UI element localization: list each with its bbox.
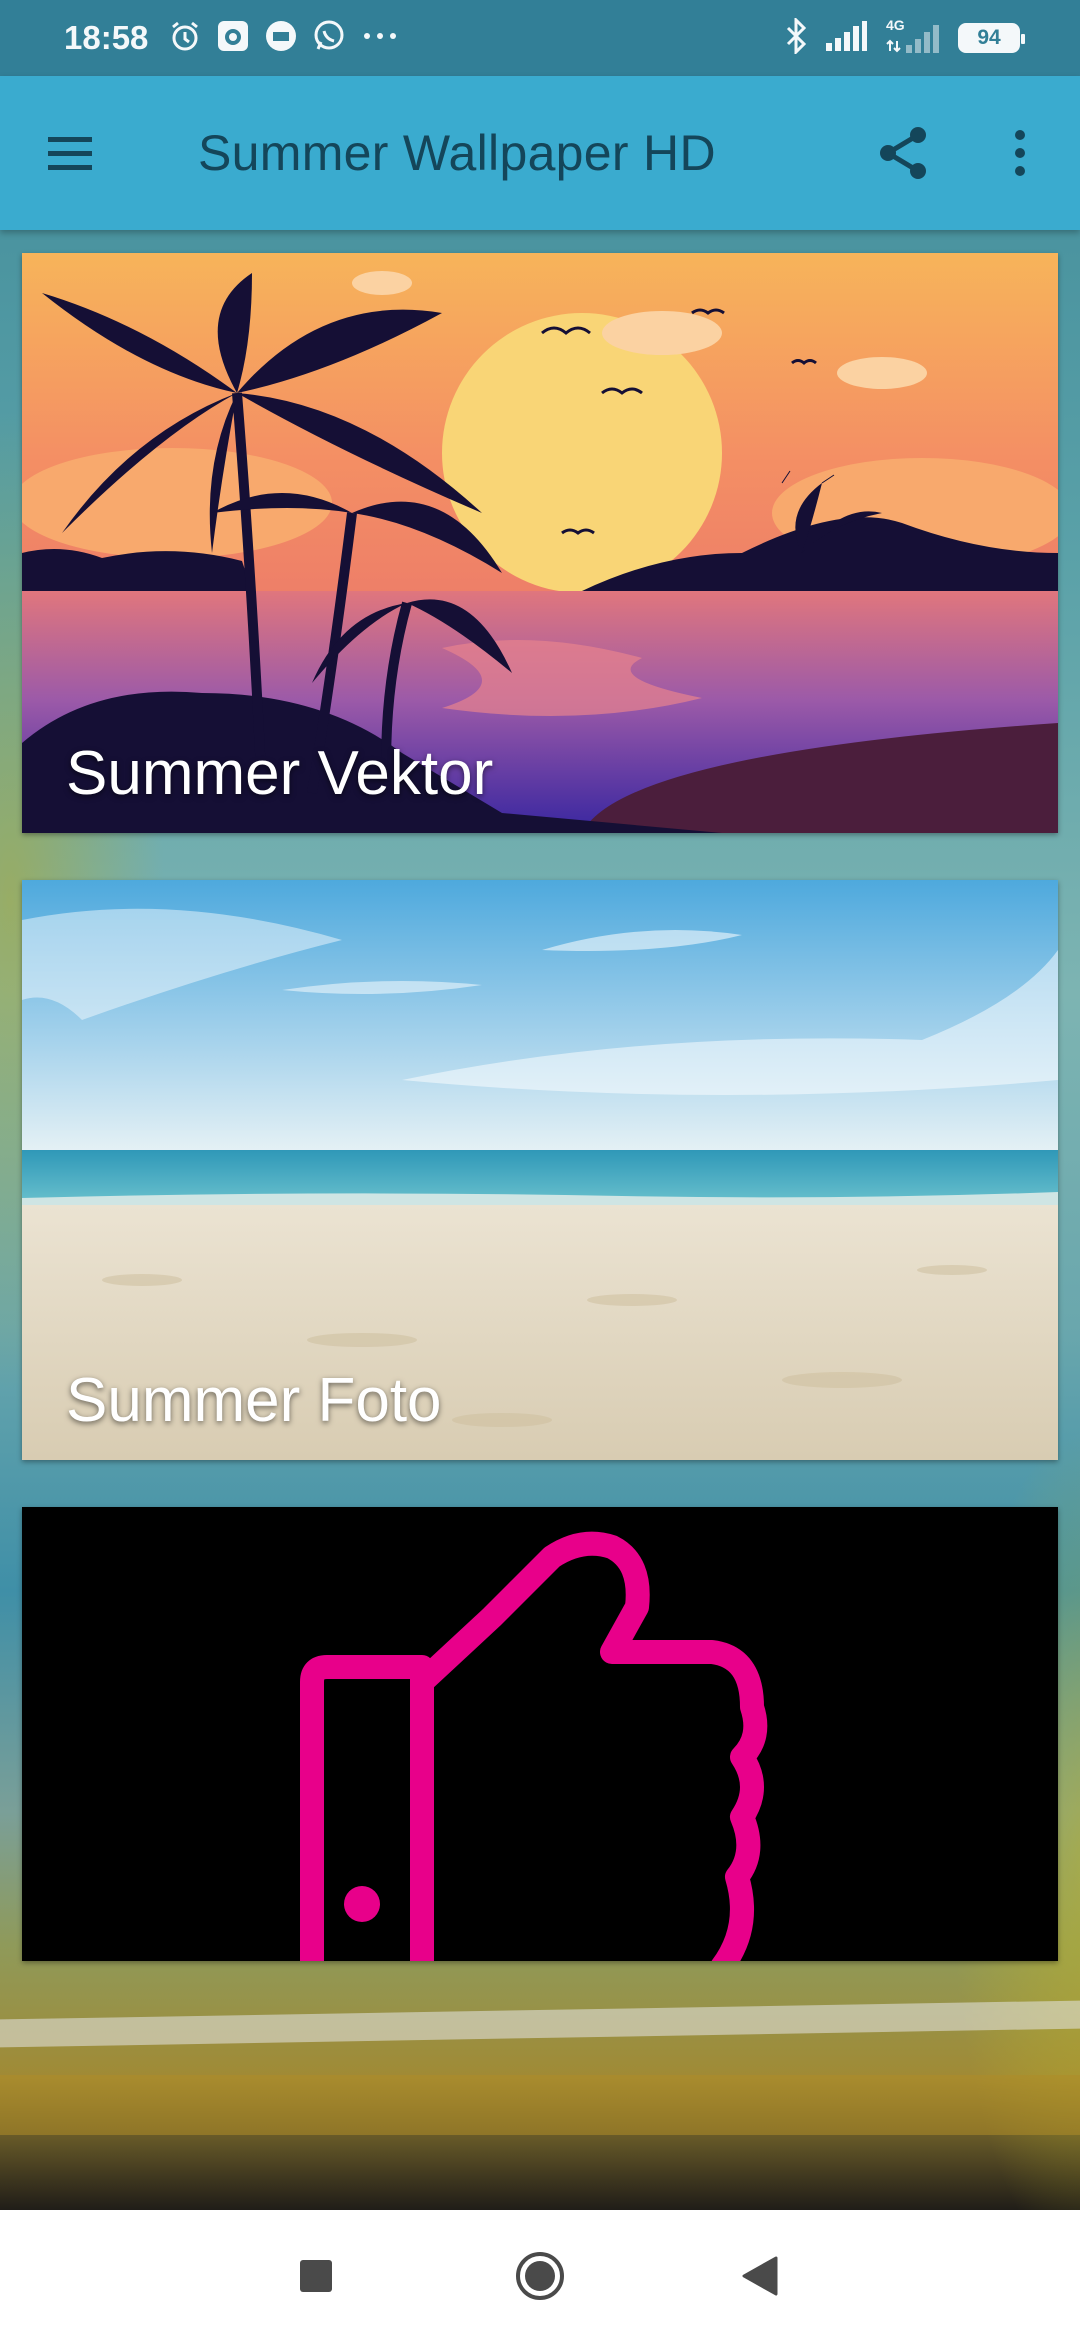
system-navigation-bar	[0, 2210, 1080, 2340]
rate-app-card[interactable]	[22, 1507, 1058, 1961]
more-notifications-icon	[360, 19, 400, 58]
thumbs-up-icon	[300, 1531, 768, 1961]
category-card-photo[interactable]: Summer Foto	[22, 880, 1058, 1460]
app-title: Summer Wallpaper HD	[198, 125, 716, 181]
hamburger-menu-icon[interactable]	[40, 123, 100, 183]
whatsapp-icon	[312, 19, 346, 58]
status-time: 18:58	[64, 19, 149, 56]
more-vertical-icon[interactable]	[1000, 121, 1040, 185]
camera-app-icon	[216, 19, 250, 58]
app-bar: Summer Wallpaper HD	[0, 76, 1080, 230]
signal-strength-icon	[824, 19, 868, 58]
network-type-label: 4G	[886, 17, 905, 33]
square-recents-icon[interactable]	[300, 2260, 332, 2292]
card-label: Summer Foto	[66, 1366, 442, 1435]
circle-home-icon[interactable]	[514, 2250, 566, 2302]
mobile-data-icon: 4G	[884, 17, 942, 55]
status-bar: 18:58 4G 94	[0, 0, 1080, 76]
alarm-icon	[168, 19, 202, 58]
background-stripe	[0, 2075, 1080, 2135]
triangle-back-icon[interactable]	[742, 2256, 778, 2296]
share-icon[interactable]	[872, 121, 936, 185]
bluetooth-icon	[784, 15, 808, 59]
messaging-app-icon	[264, 19, 298, 58]
card-label: Summer Vektor	[66, 739, 494, 808]
background-stripe	[0, 2000, 1080, 2048]
battery-indicator: 94	[958, 23, 1025, 53]
category-card-vector[interactable]: Summer Vektor	[22, 253, 1058, 833]
